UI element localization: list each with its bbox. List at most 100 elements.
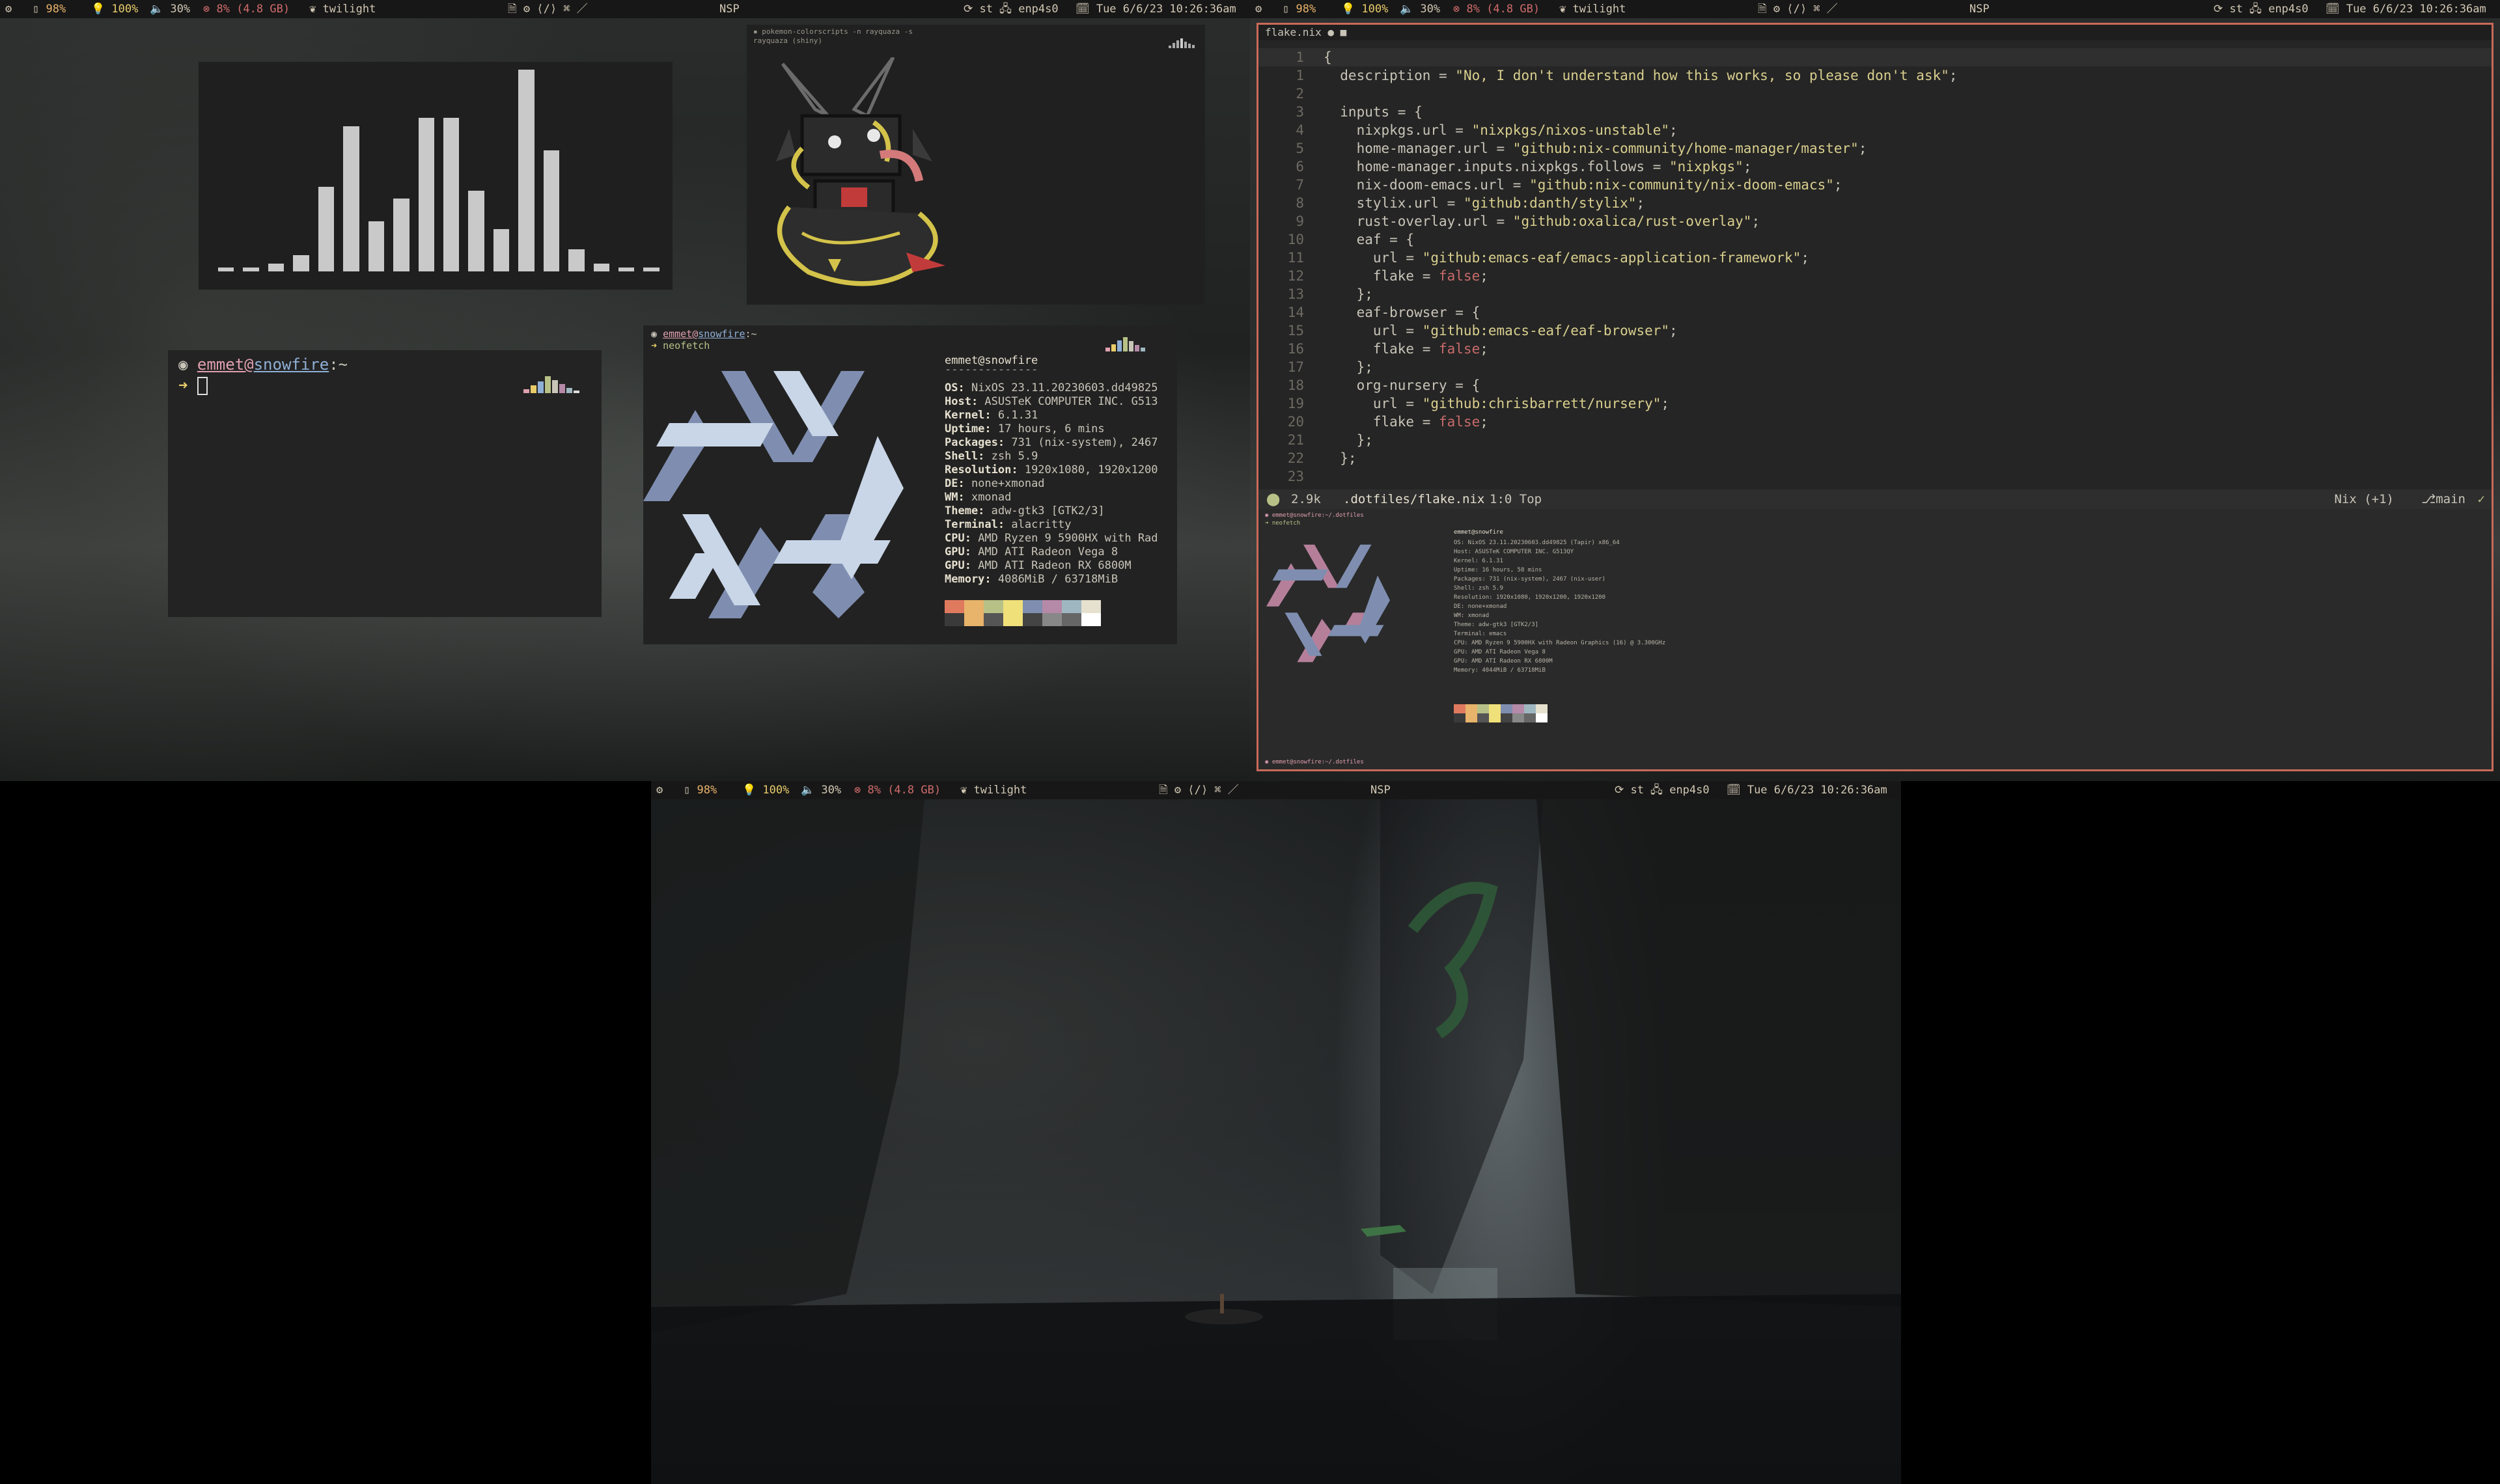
line-number: 5 <box>1296 141 1304 156</box>
info-value: alacritty <box>1011 518 1072 531</box>
line-number: 12 <box>1287 268 1304 284</box>
code-line[interactable]: 8 stylix.url = "github:danth/stylix"; <box>1258 194 2492 212</box>
brightness-indicator: 💡 100% <box>91 3 139 16</box>
palette-swatch <box>1081 600 1101 613</box>
info-value: AMD Ryzen 9 5900HX with Rad <box>978 532 1158 545</box>
shell-window[interactable]: ◉ emmet@snowfire:~ ➜ <box>168 350 602 617</box>
code-line[interactable]: 23 <box>1258 467 2492 486</box>
visualizer-bar <box>593 263 609 271</box>
code-editor[interactable]: 1{1 description = "No, I don't understan… <box>1258 48 2492 504</box>
major-mode: Nix (+1) <box>2334 492 2394 506</box>
cava-window[interactable] <box>199 62 673 290</box>
line-number: 18 <box>1287 378 1304 393</box>
brightness-indicator: 💡 100% <box>742 784 790 797</box>
code-line[interactable]: 17 }; <box>1258 358 2492 376</box>
info-key: WM: <box>945 491 971 504</box>
neofetch-info-line: Memory: 4086MiB / 63718MiB <box>945 573 1118 586</box>
neofetch-info-line: Theme: adw-gtk3 [GTK2/3] <box>945 504 1105 518</box>
palette-swatch <box>1042 600 1062 613</box>
pokemon-window[interactable]: ▪ pokemon-colorscripts -n rayquaza -s ra… <box>747 25 1205 305</box>
visualizer-bar <box>318 186 335 271</box>
embedded-header: emmet@snowfire <box>1454 529 1503 536</box>
code-line[interactable]: 4 nixpkgs.url = "nixpkgs/nixos-unstable"… <box>1258 121 2492 139</box>
code-line[interactable]: 19 url = "github:chrisbarrett/nursery"; <box>1258 394 2492 413</box>
code-line[interactable]: 12 flake = false; <box>1258 267 2492 285</box>
code-line[interactable]: 7 nix-doom-emacs.url = "github:nix-commu… <box>1258 176 2492 194</box>
visualizer-bar <box>618 267 635 271</box>
embedded-color-palette <box>1454 704 1551 724</box>
shell-input-line[interactable]: ➜ <box>178 376 208 395</box>
code-line[interactable]: 5 home-manager.url = "github:nix-communi… <box>1258 139 2492 158</box>
info-key: Resolution: <box>945 463 1025 476</box>
info-value: adw-gtk3 [GTK2/3] <box>991 504 1105 517</box>
code-line[interactable]: 13 }; <box>1258 285 2492 303</box>
scratchpad-label[interactable]: NSP <box>719 0 740 18</box>
code-text: }; <box>1324 432 1373 448</box>
visualizer-bar <box>243 267 259 271</box>
line-number: 20 <box>1287 414 1304 430</box>
embedded-info-line: WM: xmonad <box>1454 612 1490 619</box>
info-value: 4086MiB / 63718MiB <box>997 573 1118 586</box>
code-line[interactable]: 14 eaf-browser = { <box>1258 303 2492 322</box>
emacs-window[interactable]: flake.nix ● ■ 1{1 description = "No, I d… <box>1257 23 2493 771</box>
palette-swatch <box>1524 713 1536 722</box>
code-line[interactable]: 3 inputs = { <box>1258 103 2492 121</box>
info-key: Shell: <box>945 450 992 463</box>
code-line[interactable]: 10 eaf = { <box>1258 230 2492 249</box>
nixos-logo-small <box>1266 544 1390 663</box>
rayquaza-sprite <box>757 57 965 298</box>
code-line[interactable]: 1{ <box>1258 48 2492 66</box>
visualizer-bar <box>418 118 434 271</box>
embedded-neofetch-info: emmet@snowfire OS: NixOS 23.11.20230603.… <box>1454 529 1844 698</box>
info-value: 17 hours, 6 mins <box>997 422 1105 435</box>
info-key: GPU: <box>945 559 979 572</box>
file-size: 2.9k <box>1291 492 1321 506</box>
terminal-indicator: ⟳ st <box>964 3 993 16</box>
code-line[interactable]: 15 url = "github:emacs-eaf/eaf-browser"; <box>1258 322 2492 340</box>
workspace-icons[interactable]: 🗎 ⚙ ⟨/⟩ ⌘ ／ <box>1758 0 1838 18</box>
code-text: nix-doom-emacs.url = "github:nix-communi… <box>1324 177 1842 193</box>
code-line[interactable]: 16 flake = false; <box>1258 340 2492 358</box>
code-line[interactable]: 1 description = "No, I don't understand … <box>1258 66 2492 85</box>
terminal-indicator: ⟳ st <box>2214 3 2243 16</box>
palette-swatch <box>1477 713 1489 722</box>
scratchpad-label[interactable]: NSP <box>1370 781 1391 799</box>
palette-swatch <box>1023 613 1042 626</box>
embedded-terminal[interactable]: ◉ emmet@snowfire:~/.dotfiles ➜ neofetch <box>1258 509 2492 769</box>
monitor-left: ⚙ ▯ 98% 💡 100% 🔈 30% ⊗ 8% (4.8 GB) ❦ twi… <box>0 0 1250 781</box>
code-line[interactable]: 11 url = "github:emacs-eaf/emacs-applica… <box>1258 249 2492 267</box>
code-text: stylix.url = "github:danth/stylix"; <box>1324 195 1645 211</box>
info-value: AMD ATI Radeon RX 6800M <box>978 559 1132 572</box>
battery-icon: ▯ <box>33 3 46 16</box>
workspace-icons[interactable]: 🗎 ⚙ ⟨/⟩ ⌘ ／ <box>1159 781 1239 799</box>
gear-icon[interactable]: ⚙ <box>1255 0 1262 18</box>
code-line[interactable]: 21 }; <box>1258 431 2492 449</box>
clock: 🗓 Tue 6/6/23 10:26:36am <box>2326 3 2486 16</box>
code-line[interactable]: 22 }; <box>1258 449 2492 467</box>
info-value: none+xmonad <box>971 477 1045 490</box>
palette-swatch <box>1489 704 1501 713</box>
scratchpad-label[interactable]: NSP <box>1969 0 1990 18</box>
gear-icon[interactable]: ⚙ <box>5 0 12 18</box>
clock: 🗓 Tue 6/6/23 10:26:36am <box>1727 784 1887 797</box>
gear-icon[interactable]: ⚙ <box>656 781 663 799</box>
info-value: NixOS 23.11.20230603.dd49825 <box>971 381 1158 394</box>
line-number: 1 <box>1296 49 1304 65</box>
workspace-icons[interactable]: 🗎 ⚙ ⟨/⟩ ⌘ ／ <box>508 0 588 18</box>
embedded-prompt: ◉ emmet@snowfire:~/.dotfiles <box>1265 512 1364 519</box>
info-key: Memory: <box>945 573 998 586</box>
pokemon-prompt: ▪ pokemon-colorscripts -n rayquaza -s <box>753 27 913 36</box>
embedded-info-line: OS: NixOS 23.11.20230603.dd49825 (Tapir)… <box>1454 540 1620 546</box>
neofetch-window[interactable]: ◉ emmet@snowfire:~ ➜ neofetch emmet@snow… <box>643 325 1177 644</box>
code-line[interactable]: 20 flake = false; <box>1258 413 2492 431</box>
volume-indicator: 🔈 30% <box>801 784 842 797</box>
code-text: flake = false; <box>1324 341 1488 357</box>
embedded-info-line: CPU: AMD Ryzen 9 5900HX with Radeon Grap… <box>1454 640 1666 646</box>
palette-swatch <box>1524 704 1536 713</box>
code-line[interactable]: 9 rust-overlay.url = "github:oxalica/rus… <box>1258 212 2492 230</box>
code-line[interactable]: 6 home-manager.inputs.nixpkgs.follows = … <box>1258 158 2492 176</box>
code-text: url = "github:emacs-eaf/eaf-browser"; <box>1324 323 1678 338</box>
tab-flake-nix[interactable]: flake.nix ● ■ <box>1265 25 1346 40</box>
code-line[interactable]: 18 org-nursery = { <box>1258 376 2492 394</box>
code-line[interactable]: 2 <box>1258 85 2492 103</box>
